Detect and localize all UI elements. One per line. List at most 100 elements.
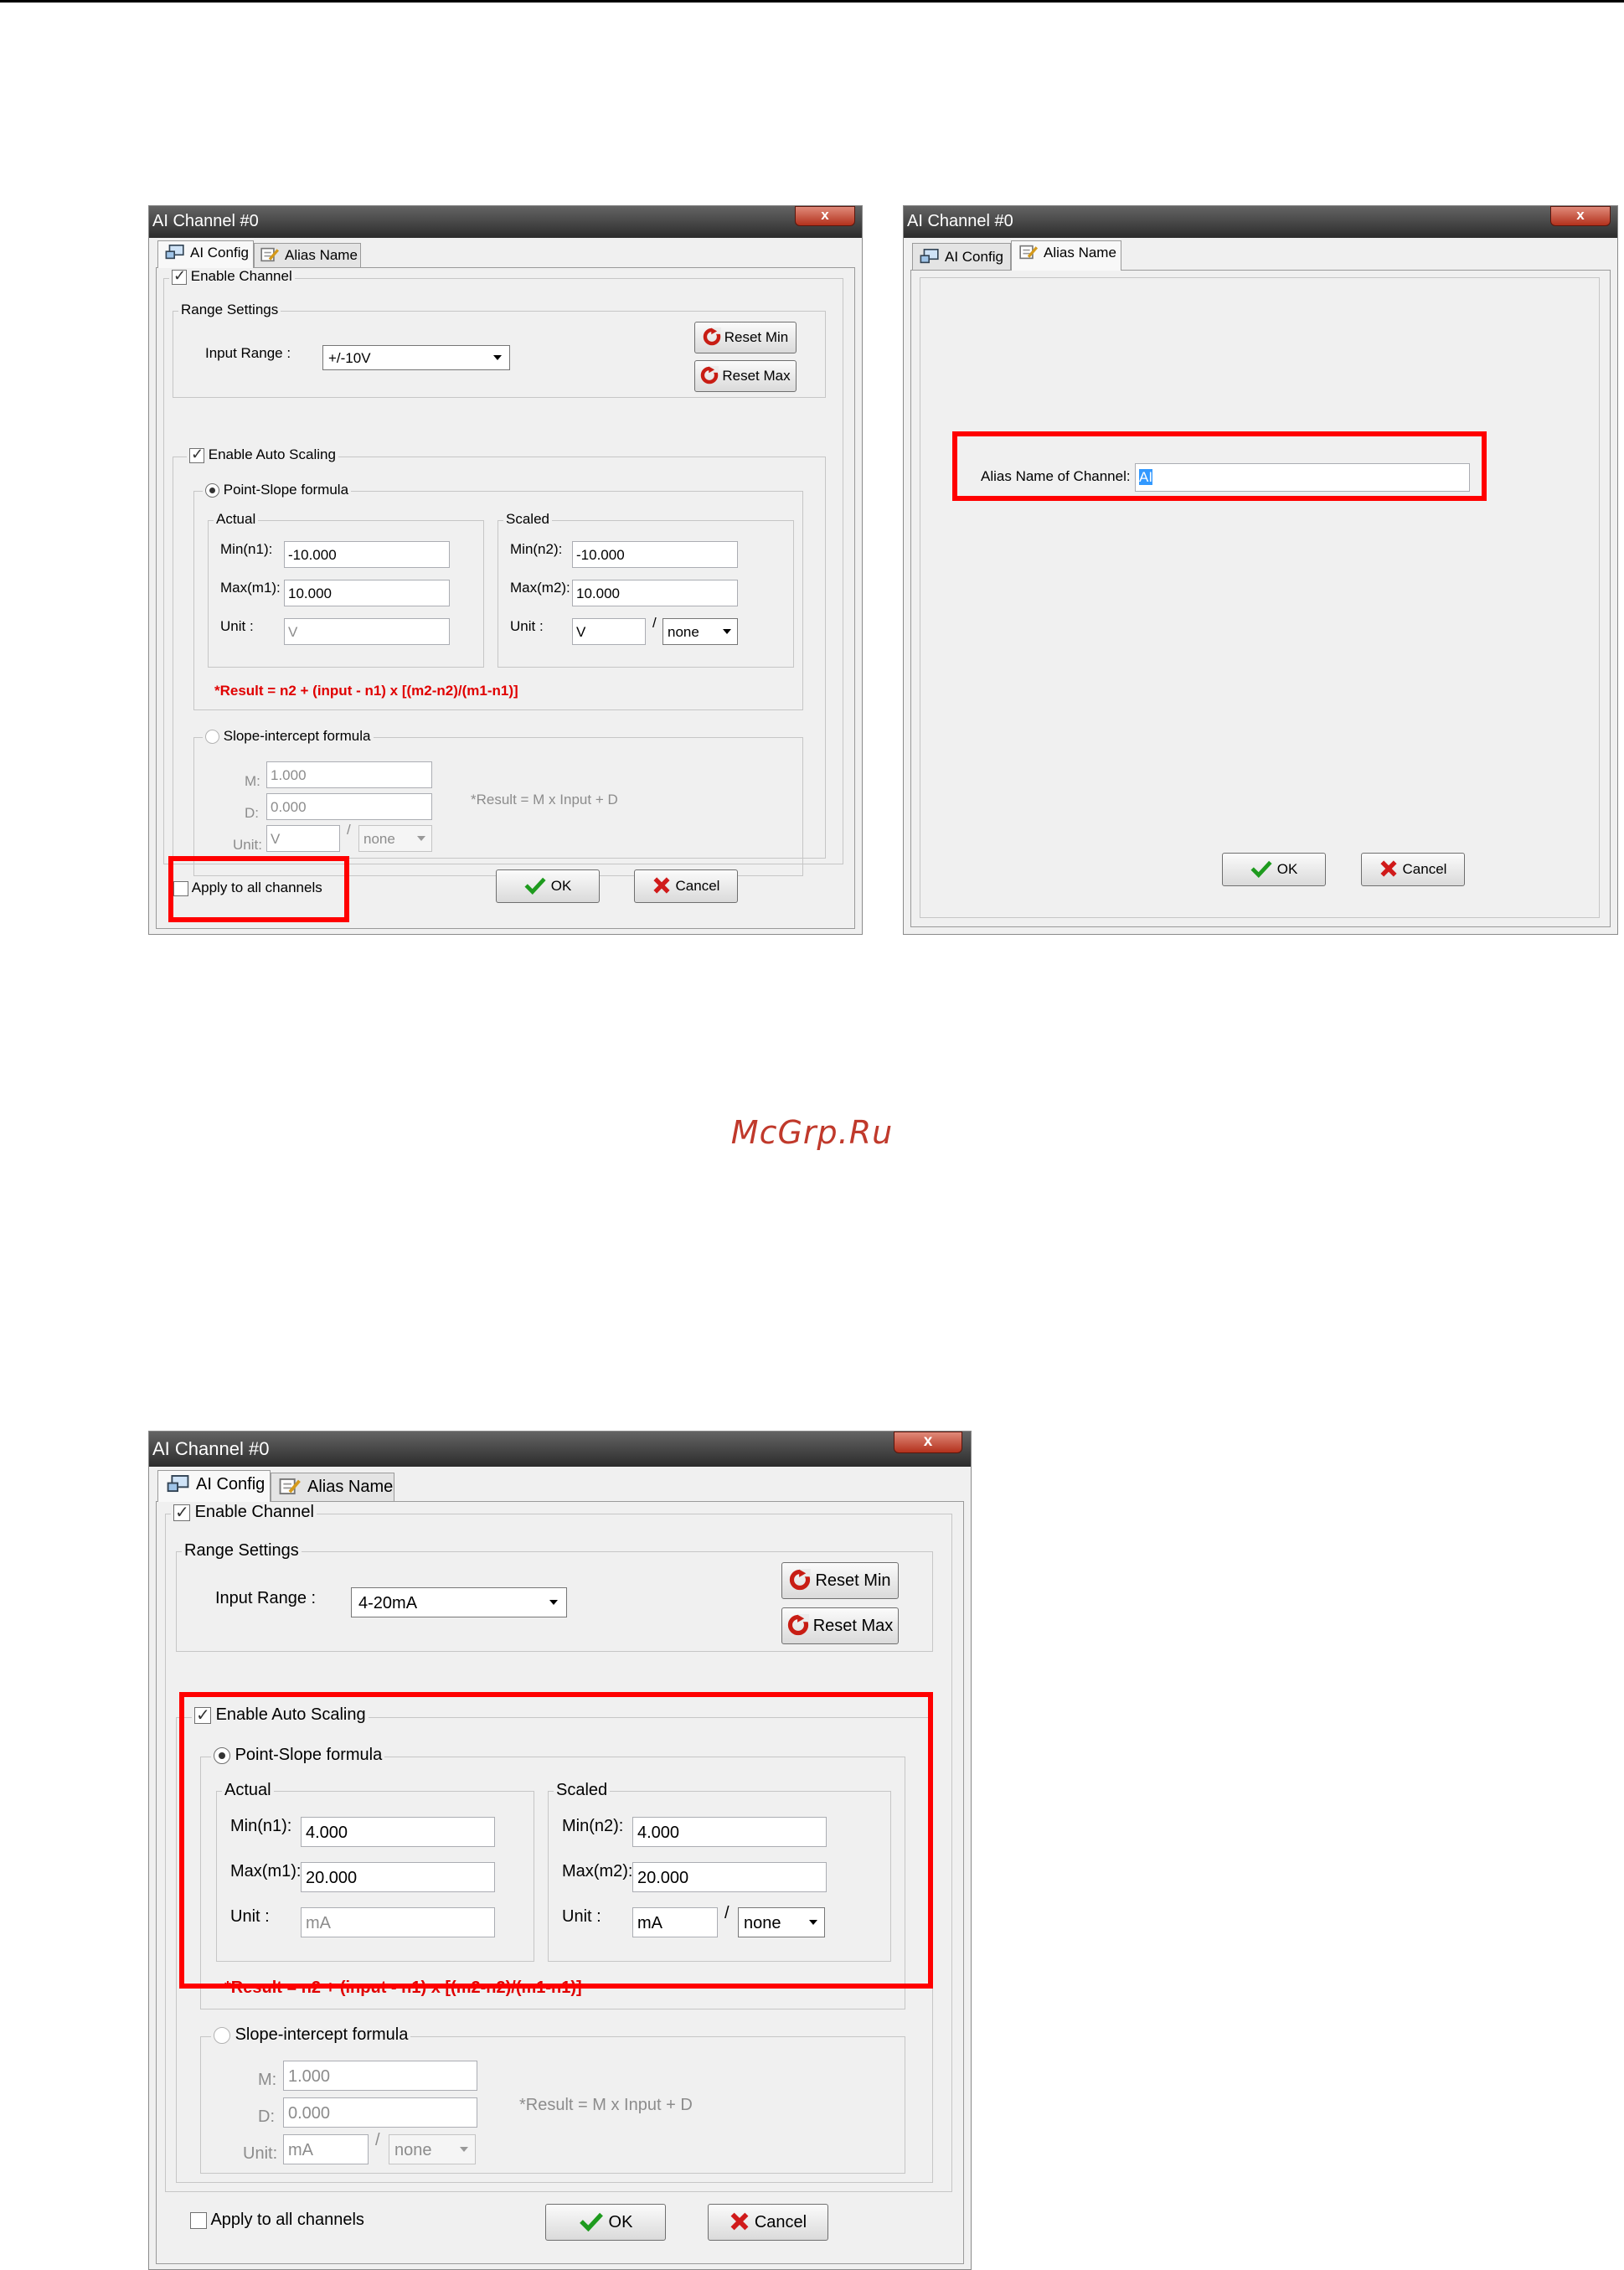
per-unit2-select[interactable]: none bbox=[358, 825, 432, 852]
cancel-button[interactable]: Cancel bbox=[634, 869, 738, 903]
chevron-down-icon bbox=[549, 1600, 558, 1605]
enable-channel-label: Enable Channel bbox=[190, 268, 292, 284]
enable-channel-group: ✓ Enable Channel Range Settings Input Ra… bbox=[163, 267, 843, 876]
highlight-apply-all bbox=[168, 856, 349, 922]
unit-actual-input[interactable]: V bbox=[284, 618, 450, 645]
input-range-label: Input Range : bbox=[215, 1589, 317, 1607]
slope-intercept-group: Slope-intercept formula M: 1.000 D: 0.00… bbox=[200, 2025, 905, 2174]
slope-intercept-formula: *Result = M x Input + D bbox=[519, 2096, 693, 2114]
slope-intercept-radio[interactable] bbox=[214, 2026, 230, 2044]
min-n1-input[interactable]: -10.000 bbox=[284, 541, 450, 568]
max-m1-input[interactable]: 10.000 bbox=[284, 580, 450, 606]
tab-alias-name[interactable]: Alias Name bbox=[1011, 240, 1121, 271]
m-input[interactable]: 1.000 bbox=[283, 2061, 477, 2091]
min-n2-label: Min(n2): bbox=[510, 541, 563, 557]
reset-icon bbox=[701, 366, 720, 384]
cancel-button[interactable]: Cancel bbox=[1361, 853, 1465, 886]
title-bar[interactable]: AI Channel #0 bbox=[149, 1432, 971, 1467]
close-button[interactable]: x bbox=[795, 206, 855, 226]
edit-note-icon bbox=[279, 1478, 301, 1495]
per-unit-select[interactable]: none bbox=[662, 618, 738, 645]
point-slope-formula: *Result = n2 + (input - n1) x [(m2-n2)/(… bbox=[214, 683, 518, 699]
enable-channel-title: ✓ Enable Channel bbox=[169, 267, 295, 285]
tab-ai-config[interactable]: AI Config bbox=[157, 1470, 271, 1502]
ok-button[interactable]: OK bbox=[496, 869, 600, 903]
title-bar[interactable]: AI Channel #0 bbox=[149, 206, 862, 238]
point-slope-group: Point-Slope formula Actual Min(n1): -10.… bbox=[193, 482, 803, 710]
scaled-title: Scaled bbox=[503, 511, 552, 528]
watermark: McGrp.Ru bbox=[730, 1114, 894, 1151]
reset-max-button[interactable]: Reset Max bbox=[781, 1607, 899, 1644]
input-range-value: 4-20mA bbox=[358, 1594, 418, 1612]
input-range-select[interactable]: 4-20mA bbox=[351, 1587, 567, 1617]
per-unit2-slash: / bbox=[347, 822, 351, 838]
highlight-point-slope bbox=[179, 1692, 933, 1989]
point-slope-label: Point-Slope formula bbox=[223, 482, 349, 498]
reset-min-button[interactable]: Reset Min bbox=[694, 322, 797, 353]
per-unit2-slash: / bbox=[375, 2131, 380, 2149]
unit2-label: Unit: bbox=[233, 837, 262, 853]
tab-alias-name[interactable]: Alias Name bbox=[254, 243, 361, 268]
ok-button[interactable]: OK bbox=[545, 2204, 666, 2241]
enable-channel-checkbox[interactable]: ✓ bbox=[172, 267, 187, 285]
auto-scaling-group: ✓ Enable Auto Scaling Point-Slope formul… bbox=[173, 446, 826, 876]
tab-ai-config-label: AI Config bbox=[190, 245, 249, 261]
enable-auto-scaling-checkbox[interactable]: ✓ bbox=[189, 446, 204, 463]
apply-all-checkbox[interactable] bbox=[190, 2211, 207, 2229]
chevron-down-icon bbox=[417, 836, 425, 841]
close-button[interactable]: x bbox=[894, 1432, 962, 1453]
range-settings-title: Range Settings bbox=[182, 1541, 302, 1561]
cancel-button[interactable]: Cancel bbox=[708, 2204, 828, 2241]
unit2-input[interactable]: mA bbox=[283, 2134, 369, 2164]
range-settings-group: Range Settings Input Range : +/-10V Rese… bbox=[173, 302, 826, 398]
top-rule bbox=[0, 0, 1624, 3]
max-m2-label: Max(m2): bbox=[510, 580, 570, 596]
per-unit2-value: none bbox=[363, 831, 395, 847]
range-settings-title: Range Settings bbox=[178, 302, 281, 318]
edit-note-icon bbox=[260, 247, 280, 262]
d-input[interactable]: 0.000 bbox=[283, 2097, 477, 2128]
m-input[interactable]: 1.000 bbox=[266, 761, 432, 788]
per-unit-value: none bbox=[668, 624, 699, 640]
apply-all-row[interactable]: Apply to all channels bbox=[190, 2211, 364, 2230]
slope-intercept-radio[interactable] bbox=[205, 730, 219, 745]
per-unit2-select[interactable]: none bbox=[389, 2134, 476, 2164]
slope-intercept-formula: *Result = M x Input + D bbox=[471, 792, 618, 807]
tab-ai-config[interactable]: AI Config bbox=[912, 243, 1011, 271]
reset-max-label: Reset Max bbox=[722, 368, 791, 384]
tab-alias-name-label: Alias Name bbox=[1044, 245, 1116, 261]
min-n2-input[interactable]: -10.000 bbox=[572, 541, 738, 568]
actual-title: Actual bbox=[214, 511, 259, 528]
slope-intercept-label: Slope-intercept formula bbox=[235, 2025, 409, 2044]
max-m2-input[interactable]: 10.000 bbox=[572, 580, 738, 606]
d-label: D: bbox=[245, 805, 259, 821]
reset-max-button[interactable]: Reset Max bbox=[694, 360, 797, 392]
max-m1-label: Max(m1): bbox=[220, 580, 281, 596]
enable-channel-checkbox[interactable]: ✓ bbox=[173, 1504, 190, 1522]
range-settings-group: Range Settings Input Range : 4-20mA Rese… bbox=[176, 1541, 933, 1652]
reset-min-button[interactable]: Reset Min bbox=[781, 1562, 899, 1599]
unit2-label: Unit: bbox=[243, 2144, 278, 2163]
tab-alias-name[interactable]: Alias Name bbox=[271, 1473, 394, 1502]
tab-panel: Alias Name of Channel: AI OK Cancel bbox=[910, 270, 1611, 927]
point-slope-radio[interactable] bbox=[205, 483, 219, 498]
auto-scaling-title: ✓ Enable Auto Scaling bbox=[187, 446, 338, 463]
input-range-select[interactable]: +/-10V bbox=[322, 345, 510, 370]
window-title: AI Channel #0 bbox=[152, 1438, 270, 1459]
close-button[interactable]: x bbox=[1550, 206, 1611, 226]
slope-intercept-title: Slope-intercept formula bbox=[211, 2025, 411, 2045]
monitor-network-icon bbox=[165, 245, 184, 260]
reset-min-label: Reset Min bbox=[815, 1571, 891, 1590]
ok-label: OK bbox=[550, 878, 572, 894]
title-bar[interactable]: AI Channel #0 bbox=[904, 206, 1617, 238]
checkmark-icon bbox=[579, 2212, 603, 2232]
d-input[interactable]: 0.000 bbox=[266, 793, 432, 820]
cancel-label: Cancel bbox=[1402, 861, 1447, 877]
ok-button[interactable]: OK bbox=[1222, 853, 1326, 886]
unit-scaled-input[interactable]: V bbox=[572, 618, 646, 645]
edit-note-icon bbox=[1019, 245, 1039, 260]
unit2-input[interactable]: V bbox=[266, 825, 340, 852]
tab-ai-config[interactable]: AI Config bbox=[157, 240, 254, 268]
dialog-alias-name: AI Channel #0 x AI Config Alias Name Ali… bbox=[903, 205, 1618, 935]
m-label: M: bbox=[245, 773, 260, 789]
